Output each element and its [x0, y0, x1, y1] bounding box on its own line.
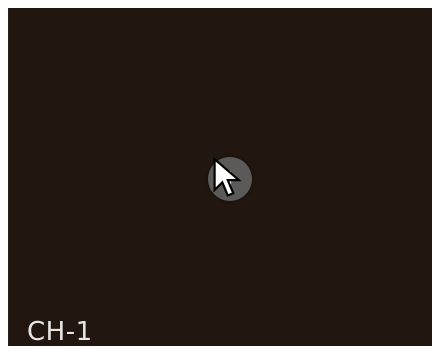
screen: CH-1 — [0, 0, 436, 354]
channel-video-view[interactable]: CH-1 — [8, 8, 432, 347]
add-channel-button[interactable] — [208, 157, 252, 201]
plus-icon — [221, 170, 239, 188]
bottom-divider — [8, 346, 432, 354]
channel-label: CH-1 — [27, 317, 93, 347]
